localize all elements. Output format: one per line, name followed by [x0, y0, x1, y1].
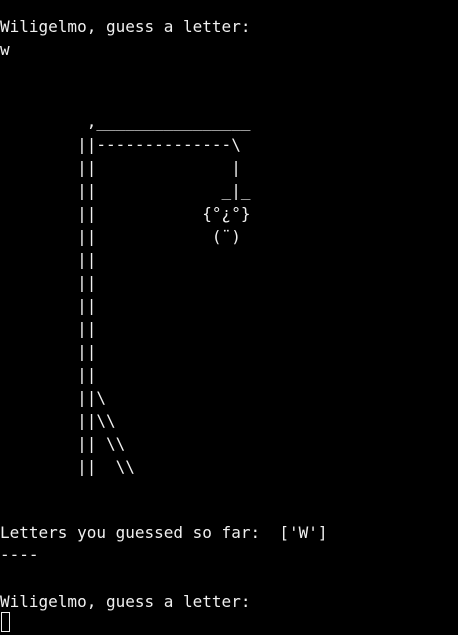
guessed-letters-line: Letters you guessed so far: ['W']: [0, 523, 328, 542]
terminal-window[interactable]: Wiligelmo, guess a letter: w ,__________…: [0, 0, 458, 635]
guess-input-echo: w: [0, 40, 10, 59]
guess-prompt-current: Wiligelmo, guess a letter:: [0, 592, 251, 611]
text-cursor[interactable]: [1, 612, 10, 632]
hangman-ascii-art: ,________________ ||--------------\ || |…: [77, 112, 251, 476]
separator-line: ----: [0, 545, 39, 564]
guess-prompt: Wiligelmo, guess a letter:: [0, 17, 251, 36]
